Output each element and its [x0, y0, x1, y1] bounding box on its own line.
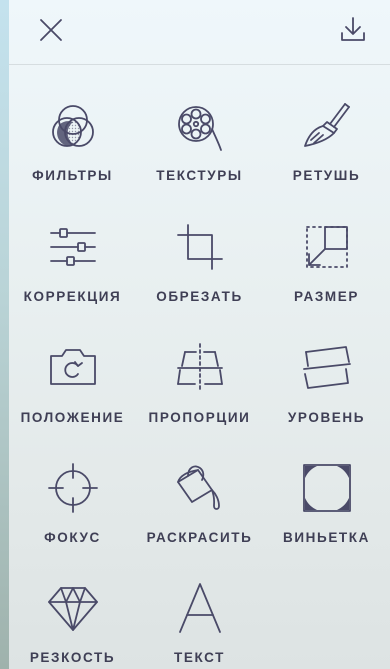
tool-correction[interactable]: КОРРЕКЦИЯ	[9, 193, 136, 313]
tool-label: ПОЛОЖЕНИЕ	[20, 410, 125, 425]
tool-label: РЕЗКОСТЬ	[29, 650, 116, 665]
tool-textures[interactable]: ТЕКСТУРЫ	[136, 72, 263, 192]
film-reel-icon	[178, 106, 222, 151]
tool-size[interactable]: РАЗМЕР	[263, 193, 390, 313]
tool-label: РАЗМЕР	[294, 289, 359, 304]
top-bar	[9, 0, 390, 65]
tool-filters[interactable]: ФИЛЬТРЫ	[9, 72, 136, 192]
tool-label: ОБРЕЗАТЬ	[156, 289, 243, 304]
straighten-icon	[303, 346, 351, 389]
tool-level[interactable]: УРОВЕНЬ	[263, 314, 390, 434]
sliders-icon	[50, 228, 96, 266]
tool-label: КОРРЕКЦИЯ	[23, 289, 122, 304]
tool-crop[interactable]: ОБРЕЗАТЬ	[136, 193, 263, 313]
text-icon	[179, 583, 221, 633]
tool-vignette[interactable]: ВИНЬЕТКА	[263, 434, 390, 554]
download-button[interactable]	[335, 12, 371, 48]
tool-label: ТЕКСТУРЫ	[156, 168, 243, 183]
crosshair-icon	[48, 463, 98, 513]
tool-focus[interactable]: ФОКУС	[9, 434, 136, 554]
brush-icon	[304, 103, 350, 147]
download-icon	[341, 17, 365, 41]
perspective-icon	[177, 343, 223, 393]
tool-retouch[interactable]: РЕТУШЬ	[263, 72, 390, 192]
tool-sharpness[interactable]: РЕЗКОСТЬ	[9, 554, 136, 669]
rotate-camera-icon	[50, 349, 96, 385]
tool-label: РЕТУШЬ	[292, 168, 361, 183]
tool-label: ПРОПОРЦИИ	[148, 410, 251, 425]
tool-text[interactable]: ТЕКСТ	[136, 554, 263, 669]
tool-label: ВИНЬЕТКА	[283, 530, 370, 545]
paint-bucket-icon	[177, 465, 220, 510]
tool-label: РАСКРАСИТЬ	[146, 530, 253, 545]
vignette-icon	[303, 464, 351, 512]
resize-icon	[306, 226, 348, 268]
left-edge	[0, 0, 9, 669]
diamond-icon	[48, 587, 98, 631]
crop-icon	[177, 224, 223, 270]
tool-proportions[interactable]: ПРОПОРЦИИ	[136, 314, 263, 434]
close-icon	[40, 19, 62, 41]
tools-panel: ФИЛЬТРЫ ТЕКСТУРЫ РЕТУШЬ КОРРЕКЦИЯ ОБРЕЗА…	[9, 0, 390, 669]
tool-label: УРОВЕНЬ	[287, 410, 366, 425]
tool-label: ФОКУС	[44, 530, 101, 545]
tool-label: ТЕКСТ	[174, 650, 225, 665]
tool-position[interactable]: ПОЛОЖЕНИЕ	[9, 314, 136, 434]
close-button[interactable]	[33, 12, 69, 48]
filters-icon	[52, 105, 94, 147]
tool-colorize[interactable]: РАСКРАСИТЬ	[136, 434, 263, 554]
tool-label: ФИЛЬТРЫ	[32, 168, 113, 183]
